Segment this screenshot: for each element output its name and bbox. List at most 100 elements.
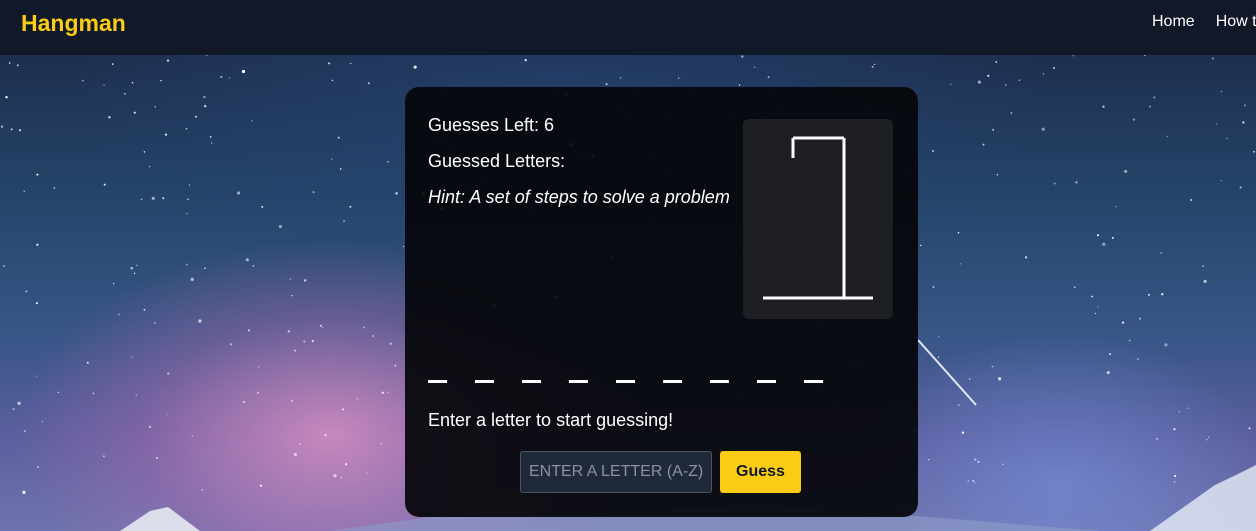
star	[118, 313, 120, 316]
star	[957, 231, 960, 234]
star	[198, 319, 202, 323]
star	[1220, 90, 1223, 93]
star	[1108, 352, 1112, 356]
star	[23, 190, 25, 192]
star	[41, 420, 44, 423]
star	[194, 115, 197, 118]
star	[992, 128, 995, 131]
brand-logo[interactable]: Hangman	[21, 10, 126, 37]
star	[151, 196, 155, 200]
star	[1132, 118, 1136, 121]
star	[1102, 105, 1105, 108]
star	[381, 391, 384, 394]
star	[131, 82, 134, 84]
letter-blank	[616, 380, 635, 383]
star	[293, 452, 297, 457]
star	[977, 460, 980, 463]
star	[201, 488, 204, 491]
star	[167, 372, 170, 375]
star	[108, 116, 111, 119]
star	[387, 160, 389, 163]
letter-blank	[663, 380, 682, 383]
star	[1187, 407, 1189, 409]
star	[36, 243, 39, 246]
star	[1005, 84, 1007, 86]
star	[162, 197, 165, 200]
star	[932, 286, 935, 288]
star	[130, 356, 133, 359]
nav-link-home[interactable]: Home	[1152, 13, 1195, 30]
star	[153, 322, 156, 324]
star	[18, 129, 22, 132]
star	[958, 404, 960, 406]
star	[1111, 236, 1114, 239]
star	[130, 267, 133, 270]
star	[987, 74, 990, 77]
star	[1042, 72, 1045, 75]
star	[259, 484, 262, 487]
star	[36, 173, 39, 176]
star	[1244, 104, 1246, 107]
star	[1096, 234, 1100, 237]
star	[143, 308, 146, 311]
star	[148, 165, 151, 168]
star	[1160, 252, 1163, 254]
star	[1164, 343, 1168, 347]
letter-blank	[804, 380, 823, 383]
letter-input[interactable]	[520, 451, 712, 493]
guesses-left: Guesses Left: 6	[428, 115, 555, 135]
star	[991, 365, 994, 368]
star	[1190, 199, 1193, 201]
star	[738, 84, 741, 86]
star	[1211, 57, 1214, 60]
star	[389, 342, 392, 345]
star	[331, 158, 333, 160]
star	[1053, 66, 1055, 69]
star	[155, 457, 159, 460]
star	[1207, 436, 1210, 439]
star	[304, 279, 307, 282]
star	[289, 278, 292, 280]
navbar: Hangman Home How t	[0, 0, 1256, 55]
star	[124, 92, 126, 95]
star	[166, 59, 170, 62]
star	[294, 349, 297, 352]
game-card: Guesses Left: 6 Guessed Letters: Hint: A…	[405, 87, 918, 517]
star	[972, 480, 975, 482]
star	[206, 55, 208, 57]
shooting-star	[917, 339, 977, 406]
star	[1091, 295, 1094, 298]
star	[135, 394, 137, 396]
star	[291, 399, 294, 403]
star	[605, 83, 608, 86]
star	[1074, 286, 1076, 288]
star	[982, 143, 985, 146]
star	[1102, 242, 1106, 246]
star	[241, 69, 246, 74]
nav-link-how-to-play[interactable]: How t	[1216, 13, 1256, 30]
star	[367, 82, 370, 85]
star	[191, 434, 194, 437]
star	[242, 400, 245, 404]
star	[1220, 179, 1222, 182]
star	[619, 77, 622, 79]
star	[1206, 439, 1208, 441]
star	[16, 64, 19, 67]
star	[1053, 182, 1056, 185]
star	[312, 190, 315, 194]
star	[524, 59, 527, 62]
star	[113, 283, 115, 285]
star	[36, 375, 38, 377]
guess-button[interactable]: Guess	[720, 451, 801, 493]
star	[53, 187, 56, 189]
star	[140, 198, 143, 201]
star	[1202, 265, 1205, 268]
letter-blank	[710, 380, 729, 383]
star	[133, 272, 136, 275]
star	[1173, 428, 1176, 431]
star	[928, 458, 930, 461]
star	[12, 408, 15, 411]
star	[291, 295, 293, 297]
star	[57, 391, 60, 394]
star	[394, 364, 397, 367]
